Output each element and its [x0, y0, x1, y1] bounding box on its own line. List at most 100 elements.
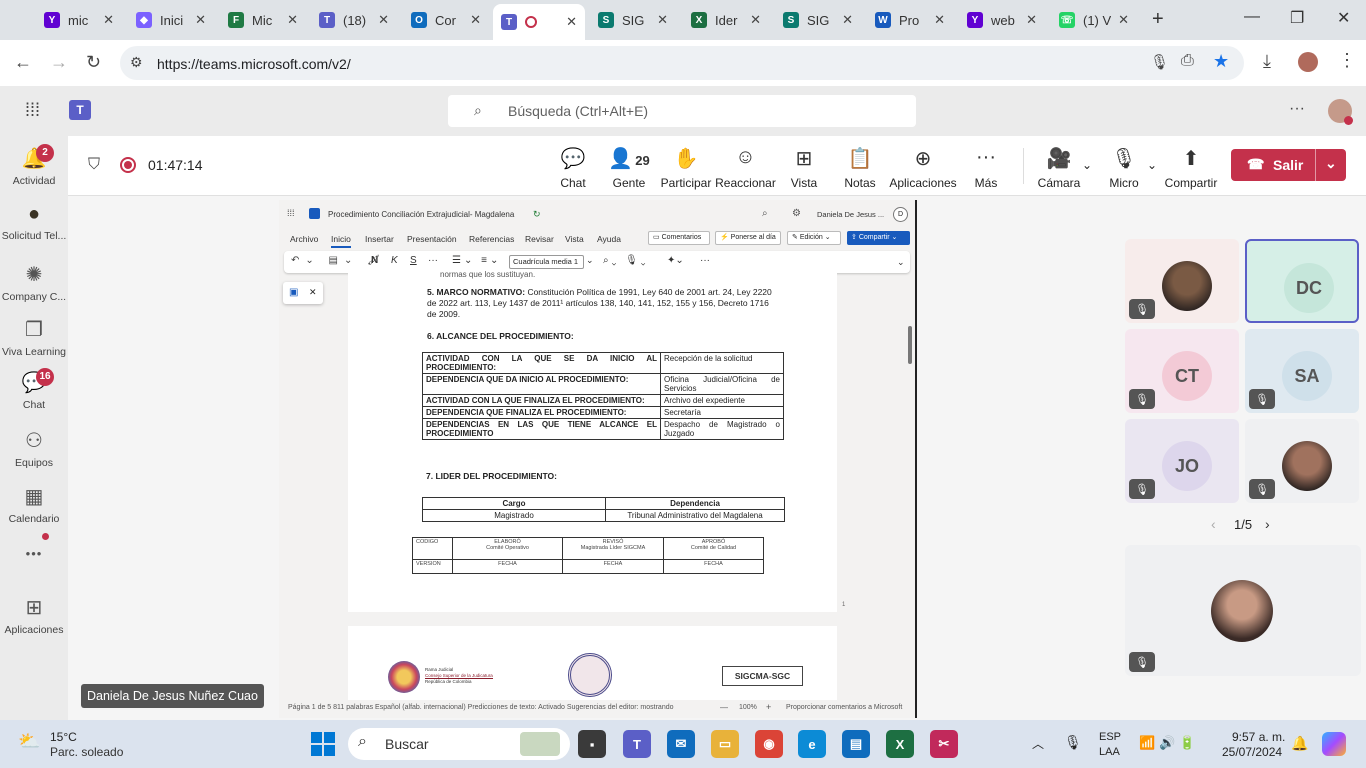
- comments-button[interactable]: ▭ Comentarios: [648, 231, 710, 245]
- word-settings-icon[interactable]: ⚙: [792, 208, 801, 219]
- browser-tab[interactable]: F Mic ✕: [220, 6, 306, 34]
- rail-item-more[interactable]: •••: [0, 546, 68, 565]
- word-menu-revisar[interactable]: Revisar: [525, 234, 554, 244]
- back-icon[interactable]: ←: [14, 52, 32, 73]
- tab-close-icon[interactable]: ✕: [287, 12, 298, 28]
- weather-temp[interactable]: 15°C: [50, 730, 77, 744]
- browser-menu-icon[interactable]: ⋮: [1338, 50, 1356, 71]
- leader-table[interactable]: Cargo Dependencia Magistrado Tribunal Admi…: [422, 497, 785, 522]
- tray-mic-icon[interactable]: 🎙: [1064, 734, 1082, 751]
- prev-page-icon[interactable]: ‹: [1211, 516, 1216, 532]
- feedback-link[interactable]: Proporcionar comentarios a Microsoft: [786, 704, 902, 711]
- rail-item-solicitud-tel-[interactable]: ● Solicitud Tel...: [0, 203, 68, 242]
- excel-app-icon[interactable]: X: [886, 730, 914, 758]
- edge-app-icon[interactable]: e: [798, 730, 826, 758]
- camera-button[interactable]: 🎥 Cámara: [1029, 146, 1089, 190]
- minimize-icon[interactable]: —: [1244, 8, 1260, 26]
- chat-button[interactable]: 💬 Chat: [543, 146, 603, 190]
- participant-tile[interactable]: SA 🎙: [1245, 329, 1359, 413]
- tab-close-icon[interactable]: ✕: [470, 12, 481, 28]
- nav-pane-close-icon[interactable]: ✕: [309, 287, 317, 298]
- browser-tab[interactable]: S SIG ✕: [775, 6, 861, 34]
- paragraph-tools[interactable]: ☰⌄ ≡⌄: [452, 255, 501, 266]
- camera-options-chevron-icon[interactable]: ⌄: [1082, 158, 1092, 172]
- browser-tab[interactable]: W Pro ✕: [867, 6, 953, 34]
- tab-close-icon[interactable]: ✕: [195, 12, 206, 28]
- store-app-icon[interactable]: ▤: [842, 730, 870, 758]
- weather-icon[interactable]: ⛅: [18, 731, 40, 752]
- rail-item-viva-learning[interactable]: ❐ Viva Learning: [0, 317, 68, 358]
- word-menu-archivo[interactable]: Archivo: [290, 234, 318, 244]
- clock-date[interactable]: 25/07/2024: [1222, 745, 1282, 759]
- participant-tile[interactable]: JO 🎙: [1125, 419, 1239, 503]
- ribbon-collapse-icon[interactable]: ⌄: [897, 257, 905, 268]
- forward-icon[interactable]: →: [50, 52, 68, 73]
- word-menu-ayuda[interactable]: Ayuda: [597, 234, 621, 244]
- browser-tab[interactable]: T (18) ✕: [311, 6, 397, 34]
- tab-close-icon[interactable]: ✕: [1118, 12, 1129, 28]
- snipping-app-icon[interactable]: ✂: [930, 730, 958, 758]
- ribbon-more-icon[interactable]: ···: [700, 255, 710, 266]
- site-info-icon[interactable]: ⚙: [130, 54, 143, 71]
- install-app-icon[interactable]: ⎙: [1181, 52, 1194, 70]
- word-user-avatar[interactable]: D: [893, 207, 908, 222]
- self-view-tile[interactable]: 🎙: [1125, 545, 1361, 676]
- browser-tab[interactable]: Yweb ✕: [959, 6, 1045, 34]
- download-icon[interactable]: ⤓: [1263, 51, 1271, 72]
- find-dictate-tools[interactable]: ⌕⌄ 🎙⌄: [603, 255, 649, 266]
- rail-item-company-c-[interactable]: ✺ Company C...: [0, 262, 68, 303]
- weather-desc[interactable]: Parc. soleado: [50, 745, 123, 759]
- document-title[interactable]: Procedimiento Conciliación Extrajudicial…: [328, 210, 514, 219]
- view-button[interactable]: ⊞ Vista: [774, 146, 834, 190]
- style-chevron-icon[interactable]: ⌄: [586, 255, 594, 266]
- rail-item-chat[interactable]: 💬 Chat 16: [0, 368, 68, 411]
- italic-button[interactable]: K: [391, 255, 398, 266]
- lang-layout[interactable]: LAA: [1099, 746, 1120, 758]
- underline-button[interactable]: S: [410, 255, 417, 266]
- tab-close-icon[interactable]: ✕: [842, 12, 853, 28]
- notes-button[interactable]: 📋 Notas: [830, 146, 890, 190]
- bookmark-star-icon[interactable]: ★: [1213, 51, 1229, 72]
- section-5-paragraph[interactable]: 5. MARCO NORMATIVO: Constitución Polític…: [427, 287, 772, 320]
- zoom-in-icon[interactable]: +: [766, 702, 771, 712]
- tab-close-icon[interactable]: ✕: [657, 12, 668, 28]
- rail-item-aplicaciones[interactable]: ⊞ Aplicaciones: [0, 595, 68, 636]
- react-button[interactable]: ☺ Reaccionar: [713, 146, 778, 190]
- network-volume-battery-icons[interactable]: 📶🔊🔋: [1139, 735, 1200, 751]
- mic-options-chevron-icon[interactable]: ⌄: [1147, 158, 1157, 172]
- app-launcher-icon[interactable]: ⁞⁞⁞: [25, 100, 40, 121]
- tab-close-icon[interactable]: ✕: [1026, 12, 1037, 28]
- mic-button[interactable]: 🎙 Micro: [1094, 146, 1154, 190]
- style-dropdown[interactable]: Cuadrícula media 1: [509, 255, 584, 269]
- designer-icon[interactable]: ✦⌄: [667, 255, 684, 266]
- mail-app-icon[interactable]: ✉: [667, 730, 695, 758]
- people-button[interactable]: 👤 29 Gente: [599, 146, 659, 190]
- bold-button[interactable]: N: [371, 255, 378, 266]
- leave-chevron-icon[interactable]: ⌄: [1325, 155, 1337, 172]
- browser-tab[interactable]: ☏ (1) V ✕: [1051, 6, 1137, 34]
- tab-close-icon[interactable]: ✕: [750, 12, 761, 28]
- participant-tile[interactable]: 🎙: [1125, 239, 1239, 323]
- lang-code[interactable]: ESP: [1099, 731, 1121, 743]
- clock-time[interactable]: 9:57 a. m.: [1232, 730, 1285, 744]
- word-menu-vista[interactable]: Vista: [565, 234, 584, 244]
- next-page-icon[interactable]: ›: [1265, 516, 1270, 532]
- browser-tab[interactable]: T ✕: [493, 4, 585, 40]
- browser-tab[interactable]: O Cor ✕: [403, 6, 489, 34]
- profile-avatar[interactable]: [1298, 52, 1318, 72]
- windows-start-icon[interactable]: [311, 732, 335, 756]
- apps-button[interactable]: ⊕ Aplicaciones: [888, 146, 958, 190]
- more-button[interactable]: ··· Más: [956, 146, 1016, 190]
- zoom-out-icon[interactable]: —: [720, 703, 728, 712]
- folder-app-icon[interactable]: ▭: [711, 730, 739, 758]
- nav-pane-toggle[interactable]: ▣ ✕: [283, 282, 323, 304]
- reload-icon[interactable]: ↻: [86, 52, 101, 73]
- notifications-bell-icon[interactable]: 🔔: [1291, 735, 1308, 752]
- maximize-icon[interactable]: ❐: [1290, 8, 1304, 28]
- chrome-app-icon[interactable]: ◉: [755, 730, 783, 758]
- settings-more-icon[interactable]: ···: [1289, 100, 1305, 118]
- word-menu-insertar[interactable]: Insertar: [365, 234, 394, 244]
- word-menu-referencias[interactable]: Referencias: [469, 234, 514, 244]
- tab-close-icon[interactable]: ✕: [566, 14, 577, 30]
- participant-tile[interactable]: 🎙: [1245, 419, 1359, 503]
